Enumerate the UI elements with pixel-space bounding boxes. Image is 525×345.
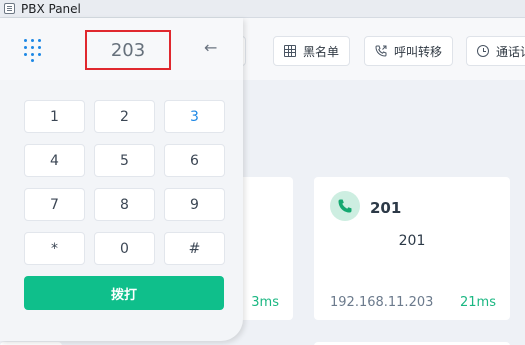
extension-card-201[interactable]: 201 201 192.168.11.203 21ms	[314, 177, 510, 320]
phone-icon	[330, 191, 360, 221]
key-star[interactable]: *	[24, 232, 85, 265]
window-title: PBX Panel	[21, 1, 81, 16]
call-transfer-button[interactable]: 呼叫转移	[364, 36, 454, 66]
backspace-arrow-icon[interactable]: ←	[204, 38, 217, 57]
dialpad-panel: 203 ← 1 2 3 4 5 6 7 8 9 * 0 # 拨打	[0, 18, 243, 341]
dialpad-header: 203 ←	[0, 18, 243, 80]
phone-forward-icon	[375, 45, 387, 57]
app-icon	[4, 3, 15, 14]
blacklist-label: 黑名单	[303, 44, 340, 59]
dial-number-display[interactable]: 203	[85, 30, 171, 70]
call-transfer-label: 呼叫转移	[394, 44, 443, 59]
key-6[interactable]: 6	[164, 144, 225, 177]
key-5[interactable]: 5	[94, 144, 155, 177]
blacklist-button[interactable]: 黑名单	[273, 36, 351, 66]
call-records-button[interactable]: 通话记	[466, 36, 525, 66]
key-2[interactable]: 2	[94, 100, 155, 133]
key-9[interactable]: 9	[164, 188, 225, 221]
clock-icon	[477, 45, 489, 57]
grid-icon	[284, 45, 296, 57]
dialpad-grid-icon[interactable]	[24, 39, 41, 62]
card-name: 201	[398, 233, 426, 249]
card-ip: 192.168.11.203	[330, 295, 434, 310]
dial-call-button[interactable]: 拨打	[24, 276, 224, 310]
key-7[interactable]: 7	[24, 188, 85, 221]
key-3[interactable]: 3	[164, 100, 225, 133]
window-title-bar: PBX Panel	[0, 0, 525, 18]
key-4[interactable]: 4	[24, 144, 85, 177]
card-latency: 3ms	[251, 295, 279, 310]
key-1[interactable]: 1	[24, 100, 85, 133]
card-extension: 201	[370, 199, 402, 217]
call-records-label: 通话记	[496, 44, 525, 59]
key-hash[interactable]: #	[164, 232, 225, 265]
key-0[interactable]: 0	[94, 232, 155, 265]
card-latency: 21ms	[460, 295, 496, 310]
key-8[interactable]: 8	[94, 188, 155, 221]
